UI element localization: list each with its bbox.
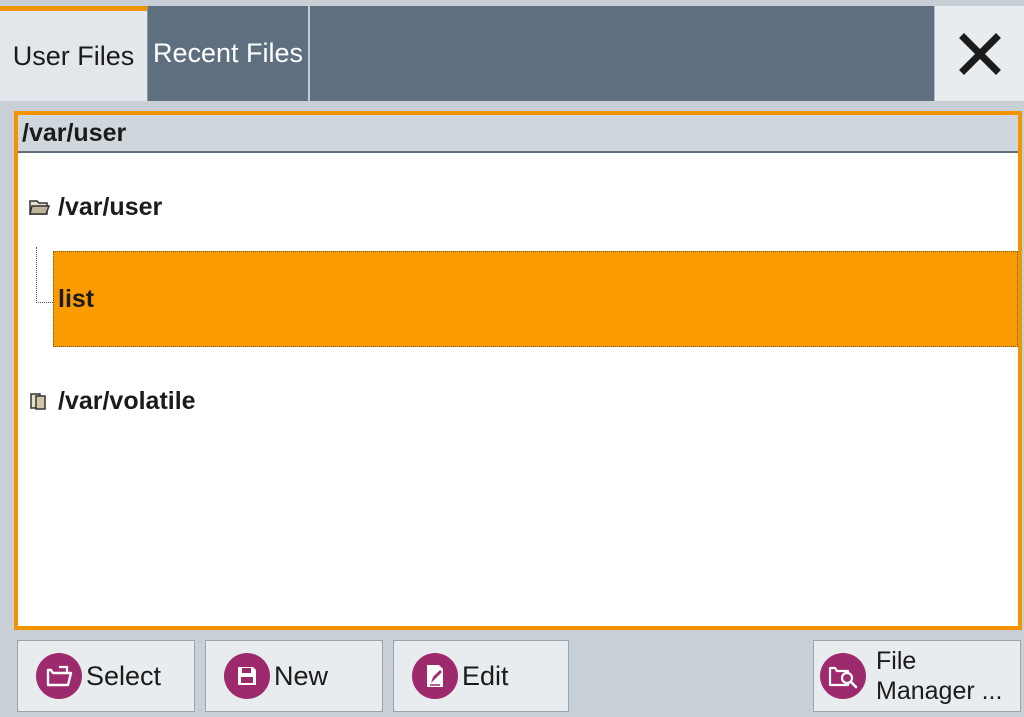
select-button-label: Select — [86, 660, 162, 691]
open-folder-icon — [29, 200, 50, 215]
tab-user-files-label: User Files — [12, 40, 135, 71]
tab-user-files[interactable]: User Files — [0, 6, 147, 101]
tree-connector-horizontal — [36, 302, 53, 303]
tree-item-list-label: list — [58, 284, 95, 313]
file-manager-button-label: File Manager ... — [876, 646, 1002, 706]
action-button-bar: Select New Edit File Manager ... — [0, 636, 1024, 717]
tree-connector-vertical — [36, 247, 37, 303]
current-path-header: /var/user — [18, 115, 1018, 153]
new-button-label: New — [274, 660, 329, 691]
tab-recent-files[interactable]: Recent Files — [147, 6, 310, 101]
tab-recent-files-label: Recent Files — [152, 38, 304, 68]
tree-node-var-volatile-label: /var/volatile — [58, 386, 196, 415]
tree-item-list[interactable]: list — [53, 251, 1018, 347]
folder-search-icon — [820, 653, 866, 699]
file-manager-label-line1: File — [876, 647, 917, 675]
current-path-label: /var/user — [22, 118, 127, 147]
edit-button[interactable]: Edit — [393, 640, 569, 712]
file-manager-button[interactable]: File Manager ... — [813, 640, 1021, 712]
tree-node-var-user-label: /var/user — [58, 192, 163, 221]
edit-document-icon — [412, 653, 458, 699]
tab-bar: User Files Recent Files — [0, 6, 1024, 101]
select-button[interactable]: Select — [17, 640, 195, 712]
close-icon — [958, 32, 1001, 75]
new-button[interactable]: New — [205, 640, 383, 712]
edit-button-label: Edit — [462, 660, 509, 691]
file-browser-panel: /var/user /var/user list /var/volatile — [14, 111, 1022, 630]
file-select-dialog: User Files Recent Files /var/user /var/u… — [0, 0, 1024, 717]
folder-icon — [30, 393, 46, 410]
open-folder-icon — [36, 653, 82, 699]
tree-node-var-user[interactable]: /var/user — [28, 189, 162, 225]
file-manager-label-line2: Manager ... — [876, 677, 1003, 705]
save-disk-icon — [224, 653, 270, 699]
close-button[interactable] — [934, 6, 1024, 101]
tree-node-var-volatile[interactable]: /var/volatile — [28, 383, 196, 419]
